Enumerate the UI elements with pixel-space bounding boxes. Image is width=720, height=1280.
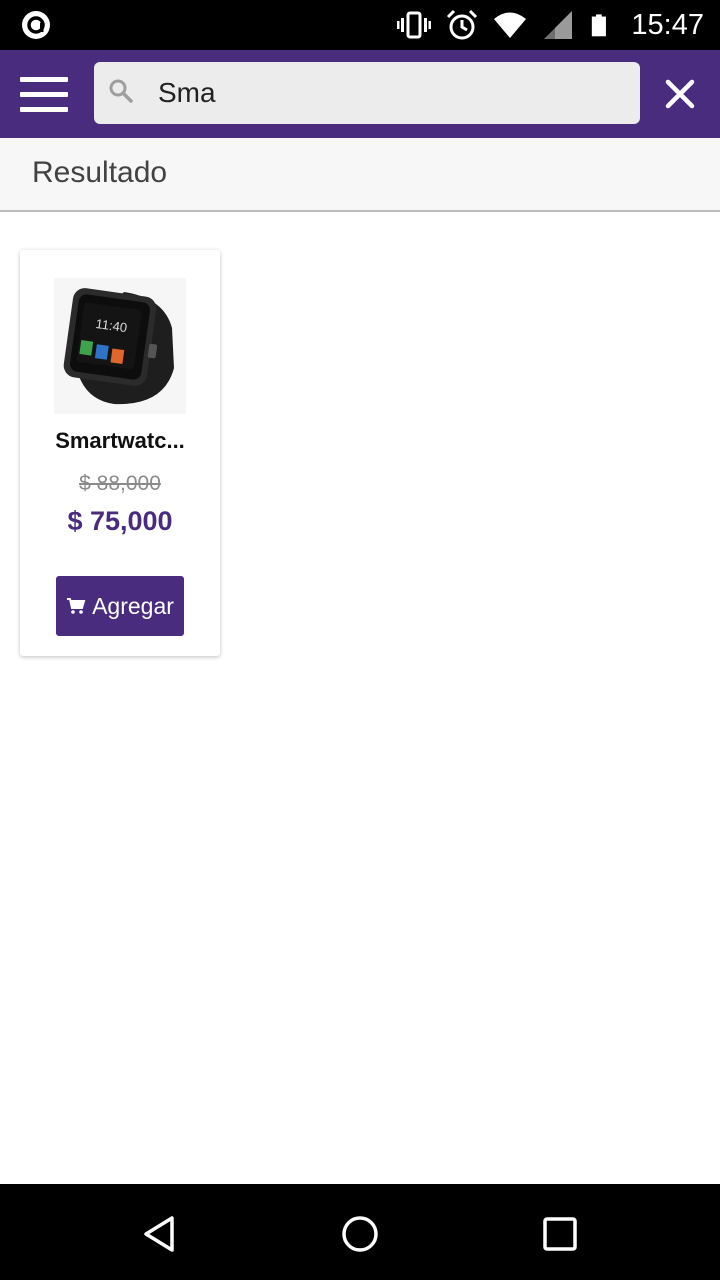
status-icons: 15:47 [397,0,704,50]
product-price: $ 75,000 [67,506,173,536]
alarm-icon [447,9,478,40]
product-name[interactable]: Smartwatc... [20,428,220,454]
menu-line [20,76,68,82]
product-card[interactable]: 11:40 Smartwatc... $ 88,000 $ 75,000 Agr… [20,250,220,656]
menu-line [20,106,68,112]
signal-icon [544,11,573,39]
results-header: Resultado [0,138,720,212]
wifi-icon [494,12,527,38]
product-old-price: $ 88,000 [79,472,161,495]
add-button-label: Agregar [92,592,174,619]
recents-icon[interactable] [538,1212,582,1256]
battery-icon [592,14,607,37]
back-icon[interactable] [138,1212,182,1256]
add-to-cart-button[interactable]: Agregar [56,576,184,636]
search-icon [109,79,133,103]
status-bar: 15:47 [0,0,720,50]
menu-icon[interactable] [12,64,76,124]
search-box[interactable] [94,62,640,124]
status-time: 15:47 [631,8,704,41]
cart-icon [67,598,86,614]
vibrate-icon [397,11,432,39]
smartwatch-image: 11:40 [54,278,186,414]
results-title: Resultado [32,156,168,189]
navigation-bar [0,1184,720,1280]
search-input[interactable] [156,62,626,124]
menu-line [20,91,68,97]
home-icon[interactable] [338,1212,382,1256]
top-app-bar [0,50,720,138]
close-icon[interactable] [658,72,702,116]
app-notification-icon [22,11,50,39]
